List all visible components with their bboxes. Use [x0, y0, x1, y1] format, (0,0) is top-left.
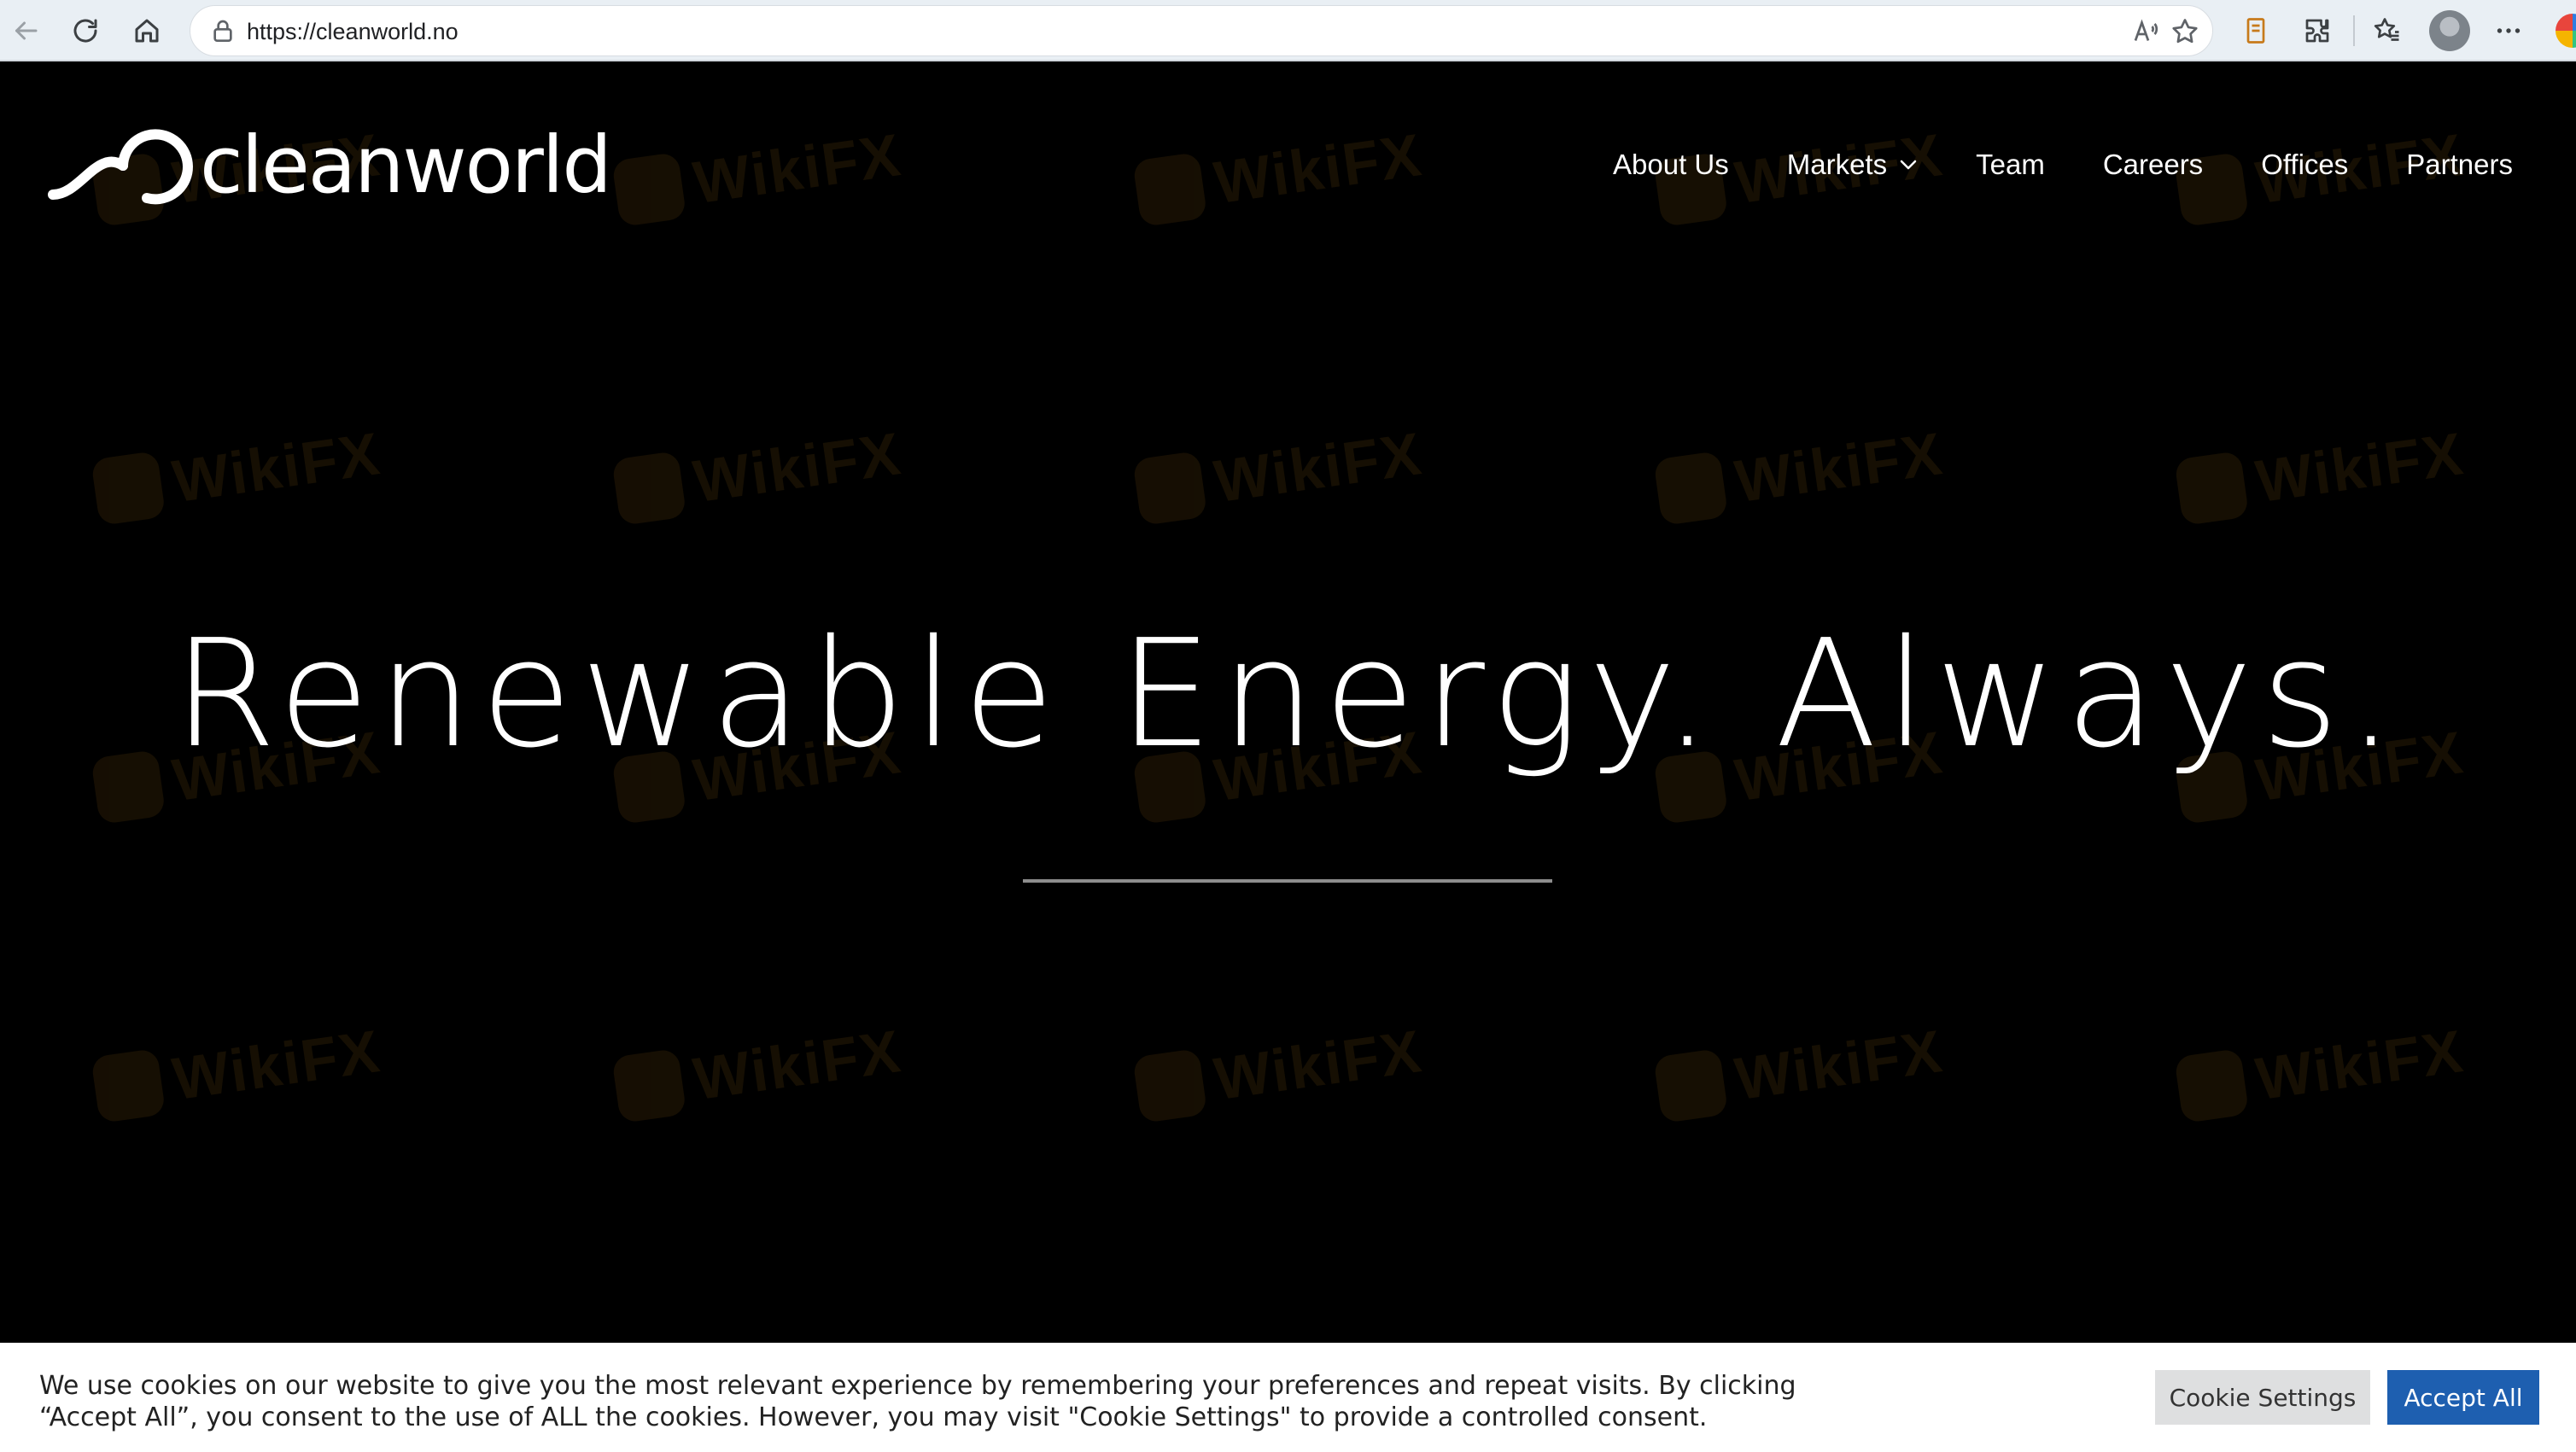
nav-partners[interactable]: Partners — [2406, 149, 2513, 181]
accept-all-button[interactable]: Accept All — [2387, 1370, 2539, 1425]
wikifx-logo-icon — [1132, 450, 1208, 527]
lock-icon[interactable] — [209, 18, 237, 45]
chevron-down-icon — [1900, 160, 1917, 170]
wikifx-logo-icon — [2174, 450, 2250, 527]
collections-icon — [2246, 18, 2265, 44]
watermark: WikiFX — [1653, 419, 1948, 527]
watermark: WikiFX — [1132, 120, 1427, 228]
watermark: WikiFX — [2174, 1017, 2468, 1124]
wikifx-logo-icon — [2174, 1047, 2250, 1124]
refresh-button[interactable] — [63, 9, 108, 53]
logo-text: cleanworld — [200, 120, 612, 211]
extensions-button[interactable] — [2299, 12, 2336, 50]
nav-offices[interactable]: Offices — [2261, 149, 2348, 181]
wikifx-logo-icon — [91, 450, 166, 527]
site-logo[interactable]: cleanworld — [46, 120, 612, 211]
wikifx-logo-icon — [611, 151, 687, 228]
wikifx-logo-icon — [611, 450, 687, 527]
wikifx-logo-icon — [1653, 450, 1729, 527]
home-icon — [135, 19, 159, 43]
read-aloud-icon[interactable] — [2130, 16, 2161, 47]
browser-toolbar: https://cleanworld.no — [0, 0, 2576, 61]
cookie-message: We use cookies on our website to give yo… — [39, 1371, 1796, 1432]
watermark: WikiFX — [1653, 1017, 1948, 1124]
url-text: https://cleanworld.no — [247, 19, 459, 44]
watermark: WikiFX — [1132, 419, 1427, 527]
extensions-icon — [2305, 19, 2329, 43]
main-navigation: About Us Markets Team Careers Offices Pa… — [1613, 149, 2513, 181]
nav-markets[interactable]: Markets — [1787, 149, 1918, 181]
wave-logo-icon — [48, 129, 193, 205]
collections-button[interactable] — [2237, 12, 2275, 50]
watermark: WikiFX — [611, 1017, 906, 1124]
refresh-icon — [73, 19, 97, 43]
page-content: WikiFX WikiFX WikiFX WikiFX WikiFX WikiF… — [0, 63, 2576, 1452]
nav-team[interactable]: Team — [1976, 149, 2045, 181]
back-button[interactable] — [3, 9, 48, 53]
watermark: WikiFX — [611, 419, 906, 527]
star-icon[interactable] — [2170, 16, 2200, 47]
cookie-consent-banner: We use cookies on our website to give yo… — [0, 1343, 2576, 1452]
more-icon — [2497, 28, 2521, 33]
hero-divider — [1023, 879, 1552, 883]
cookie-settings-button[interactable]: Cookie Settings — [2155, 1370, 2370, 1425]
nav-about-us[interactable]: About Us — [1613, 149, 1729, 181]
watermark: WikiFX — [91, 1017, 385, 1124]
nav-careers[interactable]: Careers — [2103, 149, 2203, 181]
wikifx-logo-icon — [1132, 151, 1208, 228]
wikifx-logo-icon — [1132, 1047, 1208, 1124]
toolbar-separator — [2353, 15, 2355, 46]
wikifx-logo-icon — [611, 1047, 687, 1124]
watermark: WikiFX — [91, 419, 385, 527]
favorites-button[interactable] — [2369, 12, 2406, 50]
address-bar[interactable]: https://cleanworld.no — [190, 5, 2213, 56]
wikifx-logo-icon — [91, 1047, 166, 1124]
copilot-icon[interactable] — [2556, 14, 2576, 48]
watermark: WikiFX — [611, 120, 906, 228]
more-button[interactable] — [2490, 12, 2527, 50]
hero-title: Renewable Energy. Always. — [172, 608, 2404, 781]
wikifx-logo-icon — [1653, 1047, 1729, 1124]
profile-avatar[interactable] — [2429, 10, 2470, 51]
back-arrow-icon — [15, 21, 38, 40]
home-button[interactable] — [125, 9, 169, 53]
favorites-icon — [2374, 18, 2399, 41]
watermark: WikiFX — [1132, 1017, 1427, 1124]
watermark: WikiFX — [2174, 419, 2468, 527]
